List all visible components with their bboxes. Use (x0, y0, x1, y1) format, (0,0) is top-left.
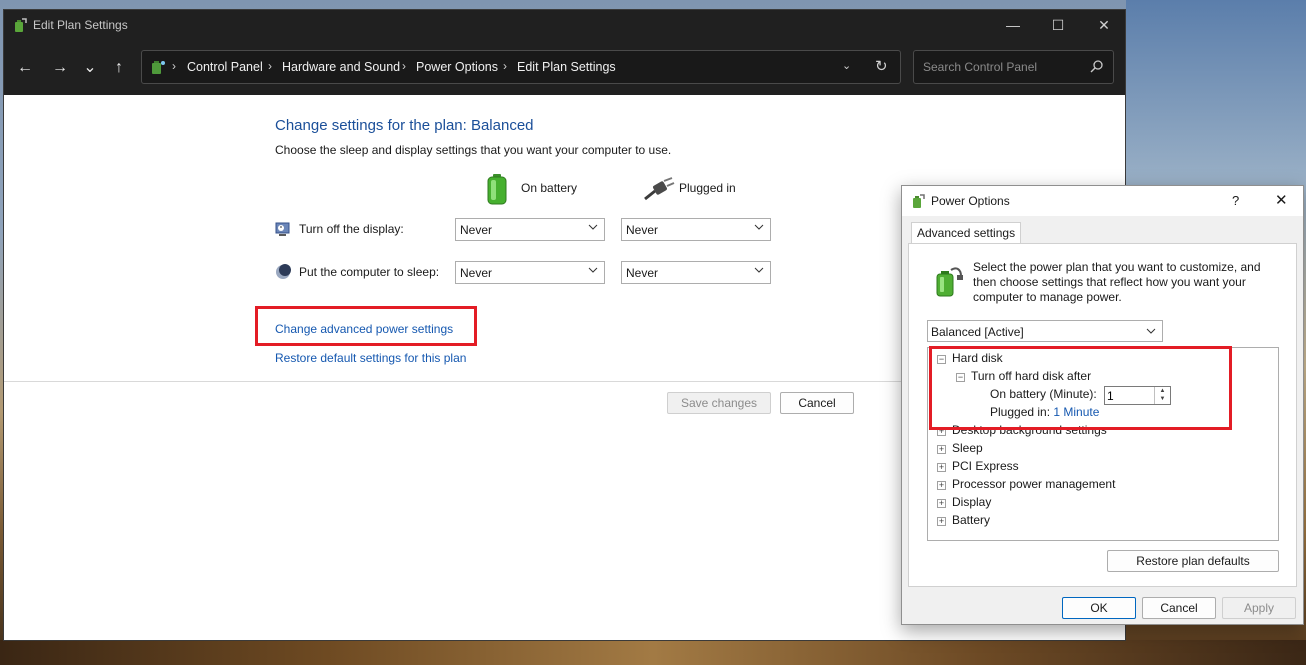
page-title: Change settings for the plan: Balanced (275, 117, 534, 134)
title-bar: Edit Plan Settings — ☐ ✕ (4, 10, 1125, 40)
power-plan-value: Balanced [Active] (931, 325, 1024, 339)
dialog-description: Select the power plan that you want to c… (973, 260, 1261, 304)
change-advanced-power-settings-link[interactable]: Change advanced power settings (275, 322, 453, 336)
expand-icon[interactable]: + (937, 463, 946, 472)
expand-icon[interactable]: + (937, 481, 946, 490)
display-plugged-in-select[interactable]: Never (621, 218, 771, 241)
expand-icon[interactable]: + (937, 499, 946, 508)
cancel-button[interactable]: Cancel (780, 392, 854, 414)
dialog-cancel-button[interactable]: Cancel (1142, 597, 1216, 619)
dialog-close-button[interactable]: ✕ (1275, 191, 1288, 209)
tab-advanced-settings[interactable]: Advanced settings (911, 222, 1022, 244)
computer-sleep-label: Put the computer to sleep: (299, 265, 440, 279)
power-options-icon (15, 18, 27, 32)
power-options-icon (913, 194, 925, 208)
sleep-on-battery-select[interactable]: Never (455, 261, 605, 284)
restore-plan-defaults-button[interactable]: Restore plan defaults (1107, 550, 1279, 572)
power-plan-select[interactable]: Balanced [Active] (927, 320, 1163, 342)
breadcrumb-separator-icon: › (402, 59, 406, 73)
battery-icon (487, 174, 507, 205)
power-plug-icon (644, 177, 675, 201)
plugged-in-column-header: Plugged in (643, 173, 753, 207)
desktop-bottom-background (0, 640, 1306, 665)
on-battery-column-header: On battery (485, 173, 595, 207)
sleep-on-battery-value: Never (460, 266, 493, 280)
window-title: Edit Plan Settings (33, 18, 128, 32)
breadcrumb-hardware-and-sound[interactable]: Hardware and Sound (282, 60, 400, 74)
plugged-in-label: Plugged in (679, 181, 736, 195)
chevron-down-icon (754, 224, 764, 230)
chevron-down-icon (754, 267, 764, 273)
sleep-plugged-in-value: Never (626, 266, 659, 280)
search-input[interactable] (915, 52, 1085, 82)
ok-button[interactable]: OK (1062, 597, 1136, 619)
tree-item-processor-power-management[interactable]: Processor power management (952, 477, 1115, 491)
expand-icon[interactable]: + (937, 445, 946, 454)
power-plan-icon (936, 267, 963, 297)
minimize-button[interactable]: — (990, 10, 1036, 40)
up-button[interactable]: ↑ (107, 57, 131, 79)
page-description: Choose the sleep and display settings th… (275, 143, 672, 157)
sleep-plugged-in-select[interactable]: Never (621, 261, 771, 284)
breadcrumb-control-panel[interactable]: Control Panel (187, 60, 263, 74)
maximize-button[interactable]: ☐ (1035, 10, 1081, 40)
back-button[interactable]: ← (13, 57, 37, 79)
restore-default-settings-link[interactable]: Restore default settings for this plan (275, 351, 466, 365)
dialog-title-bar: Power Options ? ✕ (902, 186, 1303, 216)
breadcrumb-separator-icon: › (268, 59, 272, 73)
recent-locations-button[interactable]: ⌄ (78, 57, 102, 79)
display-on-battery-value: Never (460, 223, 493, 237)
tree-item-pci-express[interactable]: PCI Express (952, 459, 1019, 473)
on-battery-label: On battery (521, 181, 578, 195)
power-options-dialog: Power Options ? ✕ Advanced settings Sele… (901, 185, 1304, 625)
search-box (913, 50, 1114, 84)
display-plugged-in-value: Never (626, 223, 659, 237)
chevron-down-icon (1146, 328, 1156, 334)
turn-off-display-label: Turn off the display: (299, 222, 404, 236)
address-bar: ← → ⌄ ↑ › Control Panel › Hardware and S… (4, 40, 1125, 95)
sleep-moon-icon (276, 264, 291, 279)
tree-item-sleep[interactable]: Sleep (952, 441, 983, 455)
breadcrumb-power-options[interactable]: Power Options (416, 60, 498, 74)
chevron-down-icon (588, 224, 598, 230)
highlight-box (929, 346, 1232, 430)
breadcrumb-separator-icon: › (503, 59, 507, 73)
tree-item-battery[interactable]: Battery (952, 513, 990, 527)
save-changes-button[interactable]: Save changes (667, 392, 771, 414)
expand-icon[interactable]: + (937, 517, 946, 526)
chevron-down-icon (588, 267, 598, 273)
display-on-battery-select[interactable]: Never (455, 218, 605, 241)
display-icon (275, 222, 290, 236)
search-icon[interactable] (1089, 59, 1105, 75)
refresh-icon[interactable]: ↻ (875, 57, 888, 75)
breadcrumb-edit-plan-settings[interactable]: Edit Plan Settings (517, 60, 616, 74)
breadcrumb[interactable]: › Control Panel › Hardware and Sound › P… (141, 50, 901, 84)
address-dropdown-icon[interactable]: ⌄ (842, 59, 851, 72)
forward-button[interactable]: → (48, 57, 72, 79)
close-button[interactable]: ✕ (1081, 10, 1127, 40)
breadcrumb-separator-icon: › (172, 59, 176, 73)
help-button[interactable]: ? (1232, 193, 1239, 208)
apply-button[interactable]: Apply (1222, 597, 1296, 619)
control-panel-icon (152, 61, 165, 74)
dialog-title: Power Options (931, 194, 1010, 208)
tree-item-display[interactable]: Display (952, 495, 991, 509)
